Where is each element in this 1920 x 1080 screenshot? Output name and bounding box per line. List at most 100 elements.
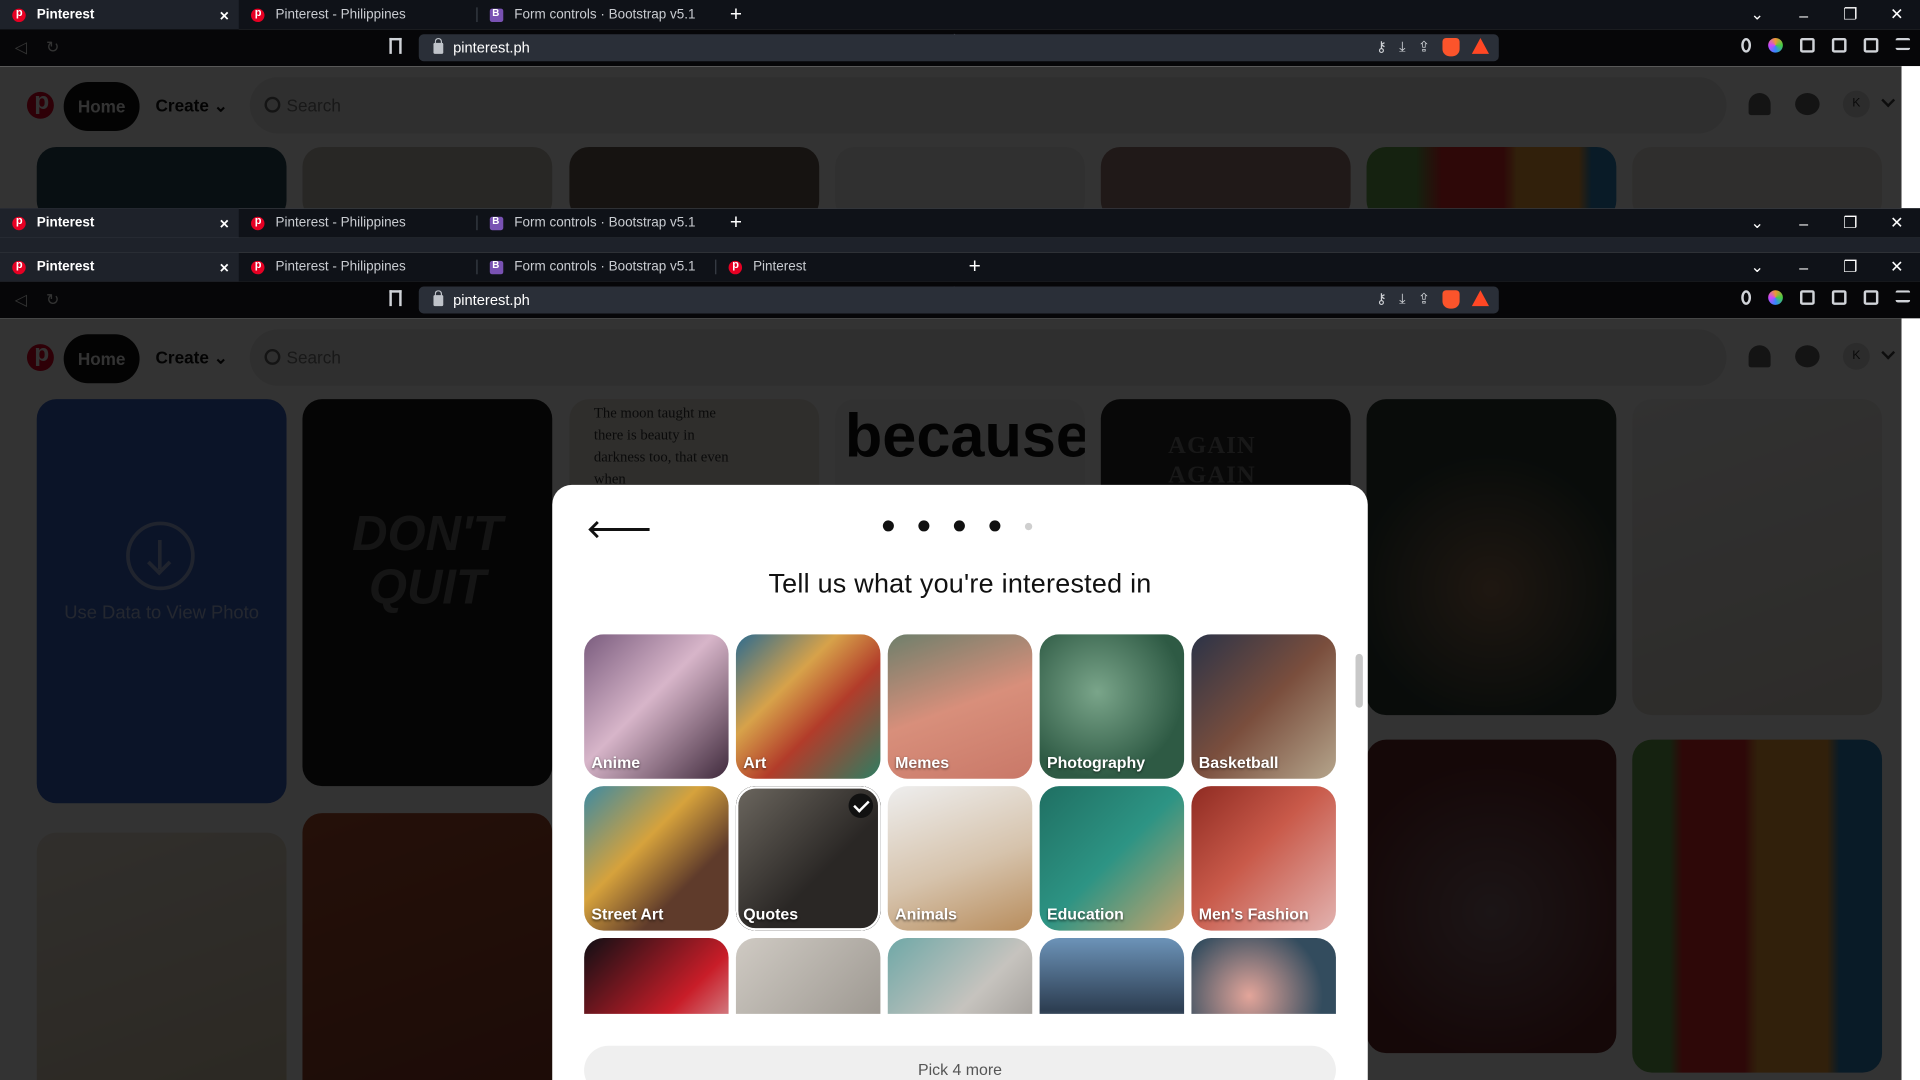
tab-pinterest-philippines[interactable]: Pinterest - Philippines: [239, 208, 478, 237]
close-window-icon[interactable]: ✕: [1873, 5, 1920, 25]
pin[interactable]: [1366, 146, 1617, 209]
brave-rewards-icon[interactable]: [1471, 37, 1489, 54]
minimize-icon[interactable]: –: [1780, 214, 1827, 232]
pin[interactable]: [1632, 739, 1883, 1073]
pin[interactable]: [36, 146, 287, 209]
page-scrollbar[interactable]: [1901, 318, 1920, 1080]
tab-bootstrap[interactable]: Form controls · Bootstrap v5.1: [478, 252, 717, 281]
install-icon[interactable]: ⤓: [1399, 38, 1406, 56]
account-chevron-down-icon[interactable]: [1881, 345, 1896, 360]
reload-icon[interactable]: ↻: [37, 38, 69, 58]
address-bar[interactable]: pinterest.ph ⚷ ⤓ ⇪: [418, 34, 1499, 62]
brave-rewards-icon[interactable]: [1471, 290, 1489, 307]
pin[interactable]: [36, 832, 287, 1080]
bookmark-icon[interactable]: [389, 290, 402, 307]
modal-scrollbar-thumb[interactable]: [1355, 653, 1363, 708]
extensions-puzzle-icon[interactable]: [1800, 37, 1815, 53]
pin[interactable]: [569, 146, 820, 209]
topic-tile[interactable]: Photography: [1039, 634, 1185, 779]
topic-tile[interactable]: [584, 937, 729, 1014]
color-extension-icon[interactable]: [1768, 290, 1783, 305]
back-icon[interactable]: ◁: [5, 38, 37, 58]
topic-tile[interactable]: Animals: [887, 786, 1033, 931]
pin[interactable]: [1632, 399, 1883, 716]
home-button[interactable]: Home: [63, 82, 140, 132]
pin[interactable]: [1366, 739, 1617, 1054]
close-window-icon[interactable]: ✕: [1873, 213, 1920, 233]
new-tab-button[interactable]: +: [721, 211, 750, 235]
account-chevron-down-icon[interactable]: [1881, 93, 1896, 108]
vpn-icon[interactable]: [1741, 37, 1752, 53]
menu-icon[interactable]: [1895, 37, 1911, 51]
topic-tile[interactable]: [887, 937, 1033, 1014]
share-icon[interactable]: ⇪: [1418, 290, 1430, 308]
wallet-icon[interactable]: [1863, 290, 1879, 305]
topic-tile[interactable]: Men's Fashion: [1191, 786, 1336, 931]
avatar[interactable]: K: [1842, 90, 1870, 118]
restore-icon[interactable]: ❐: [1827, 213, 1874, 233]
tab-pinterest-philippines[interactable]: Pinterest - Philippines: [239, 252, 478, 281]
messages-icon[interactable]: [1795, 345, 1820, 368]
restore-icon[interactable]: ❐: [1827, 257, 1874, 277]
back-arrow-icon[interactable]: 🡐: [587, 514, 653, 545]
back-icon[interactable]: ◁: [5, 290, 37, 310]
reload-icon[interactable]: ↻: [37, 290, 69, 310]
pin[interactable]: DON'T QUIT: [302, 399, 553, 787]
minimize-icon[interactable]: –: [1780, 258, 1827, 276]
extensions-puzzle-icon[interactable]: [1800, 290, 1815, 305]
tab-search-icon[interactable]: ⌄: [1734, 257, 1781, 277]
tab-pinterest[interactable]: Pinterest ×: [0, 252, 239, 282]
new-tab-button[interactable]: +: [721, 2, 750, 26]
modal-scrollbar[interactable]: [1354, 639, 1364, 1014]
address-bar[interactable]: pinterest.ph ⚷ ⤓ ⇪: [418, 286, 1499, 314]
menu-icon[interactable]: [1895, 290, 1911, 303]
key-icon[interactable]: ⚷: [1376, 38, 1387, 56]
tab-pinterest-2[interactable]: Pinterest: [716, 252, 955, 281]
topic-tile[interactable]: Education: [1039, 786, 1185, 931]
pin[interactable]: [302, 813, 553, 1080]
data-saver-pin[interactable]: Use Data to View Photo: [36, 399, 287, 804]
avatar[interactable]: K: [1842, 342, 1870, 370]
tab-search-icon[interactable]: ⌄: [1734, 213, 1781, 233]
home-button[interactable]: Home: [63, 334, 140, 384]
pinterest-logo-icon[interactable]: [26, 88, 54, 119]
tab-search-icon[interactable]: ⌄: [1734, 5, 1781, 25]
topic-tile[interactable]: Memes: [887, 634, 1033, 779]
brave-shields-icon[interactable]: [1442, 290, 1460, 309]
wallet-icon[interactable]: [1863, 37, 1879, 53]
topic-tile[interactable]: Art: [735, 634, 881, 779]
bookmark-icon[interactable]: [389, 37, 402, 54]
pin[interactable]: [1100, 146, 1351, 209]
topic-tile[interactable]: Street Art: [584, 786, 729, 931]
pin[interactable]: [302, 146, 553, 209]
close-tab-icon[interactable]: ×: [220, 258, 229, 276]
pin[interactable]: [1632, 146, 1883, 209]
close-tab-icon[interactable]: ×: [220, 214, 229, 232]
create-menu[interactable]: Create ⌄: [156, 96, 229, 117]
topic-tile[interactable]: [1191, 937, 1336, 1014]
pick-more-button[interactable]: Pick 4 more: [584, 1045, 1336, 1080]
tab-pinterest[interactable]: Pinterest ×: [0, 208, 239, 238]
tab-pinterest[interactable]: Pinterest ×: [0, 0, 239, 30]
key-icon[interactable]: ⚷: [1376, 290, 1387, 308]
minimize-icon[interactable]: –: [1780, 6, 1827, 24]
vpn-icon[interactable]: [1741, 290, 1752, 305]
topic-tile[interactable]: Basketball: [1191, 634, 1336, 779]
topic-tile[interactable]: [735, 937, 881, 1014]
close-window-icon[interactable]: ✕: [1873, 257, 1920, 277]
create-menu[interactable]: Create ⌄: [156, 348, 229, 369]
sidebar-icon[interactable]: [1831, 37, 1847, 53]
close-tab-icon[interactable]: ×: [220, 6, 229, 24]
topic-tile[interactable]: Quotes: [735, 786, 881, 931]
search-input[interactable]: Search: [249, 329, 1727, 386]
color-extension-icon[interactable]: [1768, 37, 1783, 53]
scrollbar[interactable]: [1901, 66, 1920, 209]
messages-icon[interactable]: [1795, 93, 1820, 116]
install-icon[interactable]: ⤓: [1399, 290, 1406, 308]
notifications-icon[interactable]: [1748, 345, 1771, 368]
sidebar-icon[interactable]: [1831, 290, 1847, 305]
tab-pinterest-philippines[interactable]: Pinterest - Philippines: [239, 0, 478, 29]
search-input[interactable]: Search: [249, 77, 1727, 134]
brave-shields-icon[interactable]: [1442, 37, 1460, 57]
notifications-icon[interactable]: [1748, 93, 1771, 116]
